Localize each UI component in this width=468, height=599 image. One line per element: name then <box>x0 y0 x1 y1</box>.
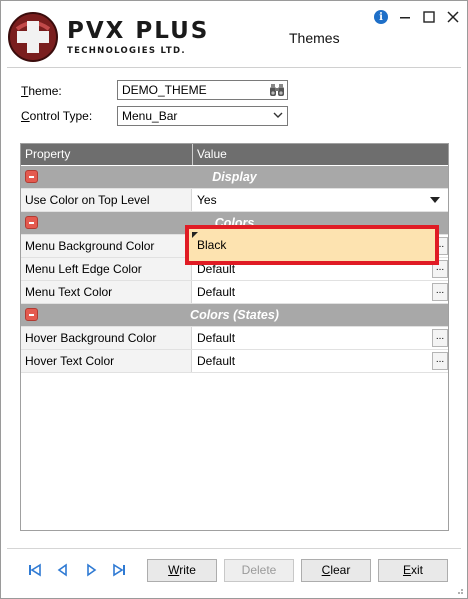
write-button[interactable]: Write <box>147 559 217 582</box>
property-row[interactable]: Use Color on Top Level Yes <box>21 189 448 212</box>
footer-divider <box>7 548 461 549</box>
brand-subtitle: TECHNOLOGIES LTD. <box>67 46 186 56</box>
section-colors-states[interactable]: Colors (States) <box>21 304 448 327</box>
exit-button[interactable]: Exit <box>378 559 448 582</box>
property-grid: Property Value Display Use Color on Top … <box>20 143 449 531</box>
maximize-icon[interactable] <box>421 9 437 25</box>
help-info-icon[interactable]: i <box>373 9 389 25</box>
pvx-logo-icon <box>8 12 58 62</box>
property-value[interactable]: Default ... <box>193 281 448 303</box>
minimize-icon[interactable] <box>397 9 413 25</box>
clear-button[interactable]: Clear <box>301 559 371 582</box>
ellipsis-button[interactable]: ... <box>432 329 448 347</box>
property-name: Hover Background Color <box>21 327 192 349</box>
ellipsis-button[interactable]: ... <box>432 283 448 301</box>
theme-label: Theme: <box>21 84 62 98</box>
section-display[interactable]: Display <box>21 166 448 189</box>
window-title: Themes <box>289 30 340 46</box>
last-record-icon[interactable] <box>111 563 127 577</box>
chevron-down-icon <box>273 112 283 118</box>
resize-grip-icon[interactable] <box>454 585 464 595</box>
grid-header: Property Value <box>21 144 448 165</box>
title-bar-controls: i <box>373 9 461 25</box>
property-row[interactable]: Hover Text Color Default ... <box>21 350 448 373</box>
property-name: Menu Text Color <box>21 281 192 303</box>
first-record-icon[interactable] <box>27 563 43 577</box>
control-type-label: Control Type: <box>21 109 93 123</box>
control-type-value: Menu_Bar <box>122 109 178 123</box>
property-name: Hover Text Color <box>21 350 192 372</box>
property-value-dropdown[interactable]: Yes <box>193 189 448 211</box>
property-name: Use Color on Top Level <box>21 189 192 211</box>
header-divider <box>7 67 461 68</box>
menu-background-color-value[interactable]: Black <box>197 238 226 252</box>
column-header-property: Property <box>25 147 71 161</box>
theme-input[interactable]: DEMO_THEME <box>117 80 288 100</box>
next-record-icon[interactable] <box>83 563 99 577</box>
previous-record-icon[interactable] <box>55 563 71 577</box>
property-value[interactable]: Default ... <box>193 327 448 349</box>
column-header-value: Value <box>197 147 227 161</box>
section-title: Colors (States) <box>190 308 279 322</box>
theme-value: DEMO_THEME <box>122 83 207 97</box>
close-icon[interactable] <box>445 9 461 25</box>
property-name: Menu Background Color <box>21 235 192 257</box>
themes-window: PVX PLUS TECHNOLOGIES LTD. Themes i Them… <box>0 0 468 599</box>
property-row[interactable]: Menu Text Color Default ... <box>21 281 448 304</box>
property-row[interactable]: Hover Background Color Default ... <box>21 327 448 350</box>
brand: PVX PLUS TECHNOLOGIES LTD. <box>67 19 209 56</box>
dropdown-arrow-icon[interactable] <box>430 197 440 203</box>
delete-button[interactable]: Delete <box>224 559 294 582</box>
brand-name: PVX PLUS <box>67 18 210 44</box>
ellipsis-button[interactable]: ... <box>432 352 448 370</box>
control-type-select[interactable]: Menu_Bar <box>117 106 288 126</box>
section-title: Display <box>212 170 257 184</box>
binoculars-lookup-icon[interactable] <box>269 83 285 97</box>
highlighted-value-editor[interactable]: Black <box>185 225 439 265</box>
property-name: Menu Left Edge Color <box>21 258 192 280</box>
property-value[interactable]: Default ... <box>193 350 448 372</box>
